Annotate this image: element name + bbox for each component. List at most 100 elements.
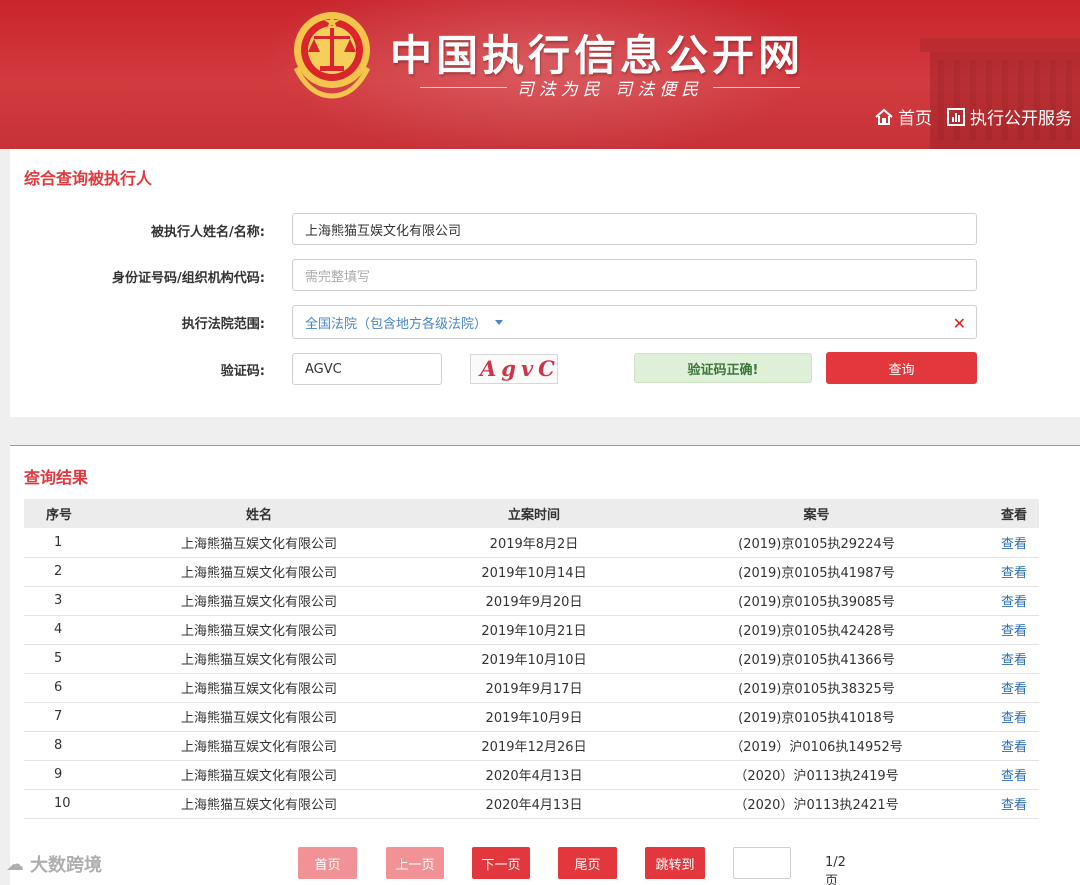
row-view-link[interactable]: 查看 [989, 702, 1039, 732]
row-name: 上海熊猫互娱文化有限公司 [94, 557, 424, 587]
row-view-link[interactable]: 查看 [989, 673, 1039, 703]
id-input[interactable]: 需完整填写 [292, 259, 977, 291]
row-date: 2020年4月13日 [424, 789, 644, 819]
nav-home[interactable]: 首页 [874, 104, 932, 129]
column-header-date: 立案时间 [424, 499, 644, 528]
row-view-link[interactable]: 查看 [989, 644, 1039, 674]
captcha-image-text: AgvC [478, 356, 556, 381]
jump-to-button[interactable]: 跳转到 [645, 847, 705, 879]
table-row: 4 上海熊猫互娱文化有限公司 2019年10月21日 (2019)京0105执4242… [24, 615, 1039, 645]
row-case-number: (2019)京0105执42428号 [644, 615, 989, 645]
row-name: 上海熊猫互娱文化有限公司 [94, 673, 424, 703]
results-title: 查询结果 [24, 468, 89, 487]
row-seq: 3 [24, 586, 94, 616]
name-label: 被执行人姓名/名称: [151, 225, 265, 240]
row-case-number: (2019)京0105执29224号 [644, 528, 989, 558]
watermark: ☁ 大数跨境 [6, 851, 102, 877]
row-date: 2019年10月21日 [424, 615, 644, 645]
slogan-text: 司法为民 司法便民 [516, 79, 704, 100]
table-row: 8 上海熊猫互娱文化有限公司 2019年12月26日 （2019）沪0106执1495… [24, 731, 1039, 761]
row-seq: 10 [24, 789, 94, 819]
table-row: 10 上海熊猫互娱文化有限公司 2020年4月13日 （2020）沪0113执2421… [24, 789, 1039, 819]
row-date: 2019年9月20日 [424, 586, 644, 616]
row-case-number: (2019)京0105执39085号 [644, 586, 989, 616]
row-name: 上海熊猫互娱文化有限公司 [94, 586, 424, 616]
court-label: 执行法院范围: [181, 317, 265, 332]
row-date: 2019年9月17日 [424, 673, 644, 703]
results-panel: 查询结果 序号 姓名 立案时间 案号 查看 1 上海熊猫互娱文化有限公司 2019年… [10, 445, 1080, 885]
row-view-link[interactable]: 查看 [989, 789, 1039, 819]
page-info: 1/2页 [825, 855, 846, 885]
nav-execution-service[interactable]: 执行公开服务 [946, 104, 1072, 129]
name-input[interactable]: 上海熊猫互娱文化有限公司 [292, 213, 977, 245]
first-page-button[interactable]: 首页 [298, 847, 357, 879]
row-seq: 2 [24, 557, 94, 587]
results-table: 序号 姓名 立案时间 案号 查看 1 上海熊猫互娱文化有限公司 2019年8月2日(… [24, 499, 1039, 819]
row-view-link[interactable]: 查看 [989, 615, 1039, 645]
column-header-case: 案号 [644, 499, 989, 528]
prev-page-button[interactable]: 上一页 [386, 847, 444, 879]
row-date: 2019年12月26日 [424, 731, 644, 761]
table-row: 6 上海熊猫互娱文化有限公司 2019年9月17日 (2019)京0105执38325… [24, 673, 1039, 703]
last-page-button[interactable]: 尾页 [558, 847, 617, 879]
row-seq: 1 [24, 528, 94, 558]
site-header: 中国执行信息公开网 司法为民 司法便民 首页 执行公开服务 [0, 0, 1080, 149]
name-input-value: 上海熊猫互娱文化有限公司 [305, 223, 462, 239]
row-seq: 9 [24, 760, 94, 790]
row-date: 2020年4月13日 [424, 760, 644, 790]
watermark-logo-icon: ☁ [6, 853, 24, 875]
row-case-number: （2020）沪0113执2421号 [644, 789, 989, 819]
next-page-button[interactable]: 下一页 [472, 847, 530, 879]
row-view-link[interactable]: 查看 [989, 731, 1039, 761]
row-seq: 4 [24, 615, 94, 645]
search-panel: 综合查询被执行人 被执行人姓名/名称: 上海熊猫互娱文化有限公司 身份证号码/组… [10, 149, 1080, 417]
column-header-seq: 序号 [24, 499, 94, 528]
slogan-line-left [420, 86, 507, 88]
chevron-down-icon [495, 319, 504, 325]
captcha-input[interactable]: AGVC [292, 353, 442, 385]
row-name: 上海熊猫互娱文化有限公司 [94, 731, 424, 761]
row-seq: 5 [24, 644, 94, 674]
row-view-link[interactable]: 查看 [989, 557, 1039, 587]
top-navigation: 首页 执行公开服务 [874, 104, 1072, 129]
clear-icon[interactable]: ✕ [953, 314, 966, 333]
captcha-verified-message: 验证码正确! [634, 353, 812, 383]
page-number-input[interactable] [733, 847, 791, 879]
watermark-text: 大数跨境 [30, 855, 102, 876]
court-select-value: 全国法院（包含地方各级法院） [305, 316, 488, 332]
captcha-image-graphic: AgvC [478, 356, 556, 381]
court-emblem-icon [293, 12, 371, 99]
row-case-number: (2019)京0105执38325号 [644, 673, 989, 703]
site-slogan: 司法为民 司法便民 [420, 76, 800, 100]
row-name: 上海熊猫互娱文化有限公司 [94, 760, 424, 790]
slogan-line-right [713, 86, 800, 88]
captcha-image[interactable]: AgvC [470, 354, 558, 384]
nav-home-label: 首页 [898, 109, 932, 129]
row-view-link[interactable]: 查看 [989, 528, 1039, 558]
column-header-name: 姓名 [94, 499, 424, 528]
row-case-number: （2020）沪0113执2419号 [644, 760, 989, 790]
row-case-number: (2019)京0105执41987号 [644, 557, 989, 587]
table-header-row: 序号 姓名 立案时间 案号 查看 [24, 499, 1039, 528]
table-row: 5 上海熊猫互娱文化有限公司 2019年10月10日 (2019)京0105执4136… [24, 644, 1039, 674]
results-table-body: 1 上海熊猫互娱文化有限公司 2019年8月2日 (2019)京0105执29224号… [24, 528, 1039, 819]
court-building-image [920, 38, 1080, 149]
query-button[interactable]: 查询 [826, 352, 977, 384]
row-date: 2019年10月10日 [424, 644, 644, 674]
row-seq: 6 [24, 673, 94, 703]
row-name: 上海熊猫互娱文化有限公司 [94, 644, 424, 674]
court-select[interactable]: 全国法院（包含地方各级法院） ✕ [292, 305, 977, 339]
row-name: 上海熊猫互娱文化有限公司 [94, 615, 424, 645]
row-view-link[interactable]: 查看 [989, 760, 1039, 790]
row-name: 上海熊猫互娱文化有限公司 [94, 528, 424, 558]
captcha-label: 验证码: [220, 364, 265, 379]
id-input-placeholder: 需完整填写 [305, 269, 371, 285]
table-row: 1 上海熊猫互娱文化有限公司 2019年8月2日 (2019)京0105执29224号… [24, 528, 1039, 558]
row-date: 2019年8月2日 [424, 528, 644, 558]
home-icon [875, 108, 893, 125]
row-name: 上海熊猫互娱文化有限公司 [94, 702, 424, 732]
row-case-number: （2019）沪0106执14952号 [644, 731, 989, 761]
row-seq: 8 [24, 731, 94, 761]
row-view-link[interactable]: 查看 [989, 586, 1039, 616]
captcha-input-value: AGVC [305, 361, 342, 377]
